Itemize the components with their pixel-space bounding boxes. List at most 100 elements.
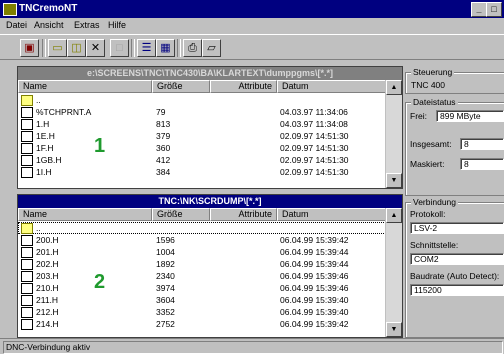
tnc-path-title: TNC:\NK\SCRDUMP\[*.*]	[18, 195, 402, 208]
folder-icon	[21, 95, 33, 106]
scroll-down-icon[interactable]: ▼	[386, 322, 402, 337]
connection-group: Verbindung Protokoll: LSV-2 Schnittstell…	[405, 197, 504, 338]
file-row[interactable]: 1E.H 379 02.09.97 14:51:30	[18, 130, 386, 142]
file-name: 1E.H	[36, 131, 55, 141]
file-size: 1596	[156, 235, 175, 245]
col-name[interactable]: Name	[18, 80, 152, 93]
minimize-button[interactable]: _	[471, 2, 487, 17]
file-name: 211.H	[36, 295, 59, 305]
menu-extras[interactable]: Extras	[74, 20, 100, 30]
control-value: TNC 400	[411, 80, 446, 90]
file-name: 210.H	[36, 283, 59, 293]
file-row[interactable]: 201.H 1004 06.04.99 15:39:44	[18, 246, 386, 258]
file-size: 412	[156, 155, 171, 165]
toolbar: ▣ ▭ ◫ ✕ □ ☰ ▦ ⎙ ▱	[0, 34, 504, 60]
menu-bar: Datei Ansicht Extras Hilfe	[0, 18, 504, 34]
menu-ansicht[interactable]: Ansicht	[34, 20, 64, 30]
baud-field: 115200	[410, 284, 504, 296]
maximize-button[interactable]: □	[486, 2, 502, 17]
file-row[interactable]: 1GB.H 412 02.09.97 14:51:30	[18, 154, 386, 166]
marked-field: 8	[460, 158, 504, 170]
local-file-pane[interactable]: e:\SCREENS\TNC\TNC430\BA\KLARTEXT\dumppg…	[17, 66, 403, 189]
total-field: 8	[460, 138, 504, 150]
file-row[interactable]: 211.H 3604 06.04.99 15:39:40	[18, 294, 386, 306]
file-name: 1I.H	[36, 167, 52, 177]
file-size: 3604	[156, 295, 175, 305]
file-size: 2752	[156, 319, 175, 329]
file-row[interactable]: 1I.H 384 02.09.97 14:51:30	[18, 166, 386, 178]
file-row[interactable]: ..	[18, 94, 386, 106]
tnc-file-pane[interactable]: TNC:\NK\SCRDUMP\[*.*] Name Größe Attribu…	[17, 194, 403, 338]
file-row[interactable]: 202.H 1892 06.04.99 15:39:44	[18, 258, 386, 270]
col-size[interactable]: Größe	[152, 80, 210, 93]
menu-hilfe[interactable]: Hilfe	[108, 20, 126, 30]
col-date[interactable]: Datum	[277, 80, 386, 93]
info-panel: Steuerung TNC 400 Dateistatus Frei: 899 …	[405, 62, 504, 338]
file-date: 06.04.99 15:39:40	[280, 295, 349, 305]
protocol-label: Protokoll:	[410, 209, 446, 219]
protocol-field: LSV-2	[410, 222, 504, 234]
vertical-scrollbar[interactable]: ▲ ▼	[385, 208, 402, 337]
app-icon	[3, 3, 17, 16]
control-label: Steuerung	[411, 67, 455, 77]
file-size: 3974	[156, 283, 175, 293]
vertical-scrollbar[interactable]: ▲ ▼	[385, 80, 402, 188]
file-date: 06.04.99 15:39:46	[280, 283, 349, 293]
file-status-label: Dateistatus	[411, 97, 458, 107]
toolbar-separator	[177, 39, 181, 57]
file-icon	[21, 271, 33, 282]
col-name[interactable]: Name	[18, 208, 152, 221]
status-bar: DNC-Verbindung aktiv	[0, 338, 504, 354]
free-space-field: 899 MByte	[436, 110, 504, 122]
file-icon	[21, 131, 33, 142]
col-attributes[interactable]: Attribute	[210, 80, 277, 93]
file-row[interactable]: 1.H 813 04.03.97 11:34:08	[18, 118, 386, 130]
file-icon	[21, 143, 33, 154]
file-icon	[21, 155, 33, 166]
file-icon	[21, 235, 33, 246]
blank-icon[interactable]: □	[110, 39, 129, 57]
file-size: 1892	[156, 259, 175, 269]
scroll-up-icon[interactable]: ▲	[386, 208, 402, 223]
file-icon	[21, 259, 33, 270]
file-name: %TCHPRNT.A	[36, 107, 92, 117]
scroll-up-icon[interactable]: ▲	[386, 80, 402, 95]
file-row[interactable]: %TCHPRNT.A 79 04.03.97 11:34:06	[18, 106, 386, 118]
file-row[interactable]: 212.H 3352 06.04.99 15:39:40	[18, 306, 386, 318]
file-name: 203.H	[36, 271, 59, 281]
file-icon	[21, 283, 33, 294]
edit-icon[interactable]: ▱	[202, 39, 221, 57]
delete-icon[interactable]: ✕	[86, 39, 105, 57]
file-size: 2340	[156, 271, 175, 281]
menu-datei[interactable]: Datei	[6, 20, 27, 30]
file-icon	[21, 107, 33, 118]
scroll-down-icon[interactable]: ▼	[386, 173, 402, 188]
detail-view-icon[interactable]: ▦	[156, 39, 175, 57]
status-text: DNC-Verbindung aktiv	[3, 341, 503, 354]
file-row[interactable]: 203.H 2340 06.04.99 15:39:46	[18, 270, 386, 282]
file-row[interactable]: 210.H 3974 06.04.99 15:39:46	[18, 282, 386, 294]
window-title: TNCremoNT	[19, 3, 78, 14]
disk-icon[interactable]: ▣	[20, 39, 39, 57]
file-name: 1.H	[36, 119, 50, 129]
col-size[interactable]: Größe	[152, 208, 210, 221]
file-icon	[21, 247, 33, 258]
control-group: Steuerung TNC 400	[405, 67, 504, 94]
file-date: 02.09.97 14:51:30	[280, 155, 349, 165]
file-row[interactable]: 214.H 2752 06.04.99 15:39:42	[18, 318, 386, 330]
file-row[interactable]: ..	[18, 222, 386, 234]
col-date[interactable]: Datum	[277, 208, 386, 221]
folder-icon	[21, 223, 33, 234]
app-window: TNCremoNT _ □ Datei Ansicht Extras Hilfe…	[0, 0, 504, 354]
pane-marker-2: 2	[94, 271, 106, 293]
open-folder-icon[interactable]: ◫	[67, 39, 86, 57]
pane-marker-1: 1	[94, 135, 106, 157]
file-name: 212.H	[36, 307, 59, 317]
col-attributes[interactable]: Attribute	[210, 208, 277, 221]
file-row[interactable]: 1F.H 360 02.09.97 14:51:30	[18, 142, 386, 154]
transfer-icon[interactable]: ⎙	[183, 39, 202, 57]
folder-icon[interactable]: ▭	[48, 39, 67, 57]
list-view-icon[interactable]: ☰	[137, 39, 156, 57]
file-row[interactable]: 200.H 1596 06.04.99 15:39:42	[18, 234, 386, 246]
file-name: 202.H	[36, 259, 59, 269]
